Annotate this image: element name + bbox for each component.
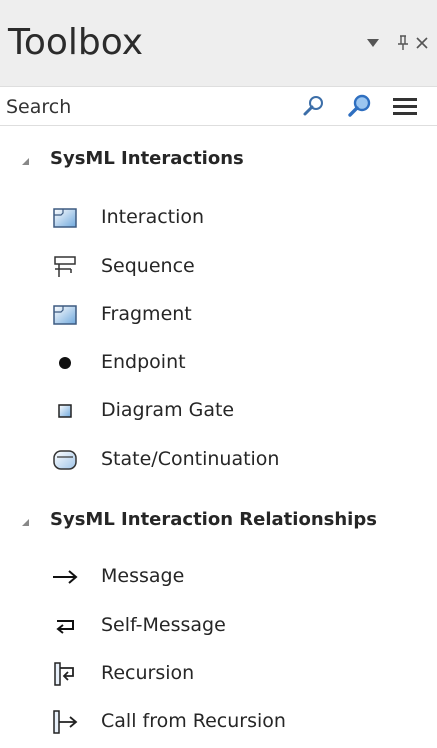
group-sysml-interactions[interactable]: SysML Interactions [0,144,437,178]
find-button[interactable] [299,91,329,121]
endpoint-icon [52,351,78,375]
magnifier-icon [303,96,323,116]
hamburger-menu-icon [393,98,417,115]
search-bar [0,86,437,127]
message-arrow-icon [52,565,78,589]
collapse-triangle-icon [22,158,29,165]
item-label: Sequence [101,255,195,277]
close-icon [416,37,428,49]
panel-title: Toolbox [8,22,143,63]
toolbox-item-state-continuation[interactable]: State/Continuation [0,440,437,480]
sequence-icon [52,255,78,279]
pin-icon [398,35,408,50]
toolbox-item-sequence[interactable]: Sequence [0,247,437,287]
toolbox-item-interaction[interactable]: Interaction [0,198,437,238]
recursion-icon [52,662,78,686]
item-label: Diagram Gate [101,399,235,421]
search-input[interactable] [0,87,336,127]
call-from-recursion-icon [52,710,78,734]
chevron-down-icon [367,39,379,47]
item-label: Self-Message [101,614,226,636]
toolbox-item-message[interactable]: Message [0,557,437,597]
toolbox-item-self-message[interactable]: Self-Message [0,606,437,646]
item-label: State/Continuation [101,448,280,470]
toolbox-item-diagram-gate[interactable]: Diagram Gate [0,391,437,431]
group-sysml-interaction-relationships[interactable]: SysML Interaction Relationships [0,505,437,539]
group-label: SysML Interaction Relationships [50,509,377,530]
state-continuation-icon [52,448,78,472]
fragment-icon [52,303,78,327]
toolbox-item-fragment[interactable]: Fragment [0,295,437,335]
find-in-all-button[interactable] [345,91,375,121]
item-label: Endpoint [101,351,186,373]
toolbox-item-endpoint[interactable]: Endpoint [0,343,437,383]
item-label: Interaction [101,206,205,228]
collapse-triangle-icon [22,519,29,526]
toolbox-menu-button[interactable] [390,91,420,121]
dropdown-menu-button[interactable] [360,30,386,56]
diagram-gate-icon [52,399,78,423]
interaction-icon [52,206,78,230]
toolbox-item-call-from-recursion[interactable]: Call from Recursion [0,702,437,742]
magnifier-filled-icon [348,94,371,117]
toolbox-item-recursion[interactable]: Recursion [0,654,437,694]
group-label: SysML Interactions [50,148,244,169]
item-label: Fragment [101,303,192,325]
self-message-icon [52,614,78,638]
toolbox-title-bar: Toolbox [0,0,437,86]
close-button[interactable] [409,30,435,56]
item-label: Call from Recursion [101,710,286,732]
item-label: Recursion [101,662,195,684]
item-label: Message [101,565,185,587]
